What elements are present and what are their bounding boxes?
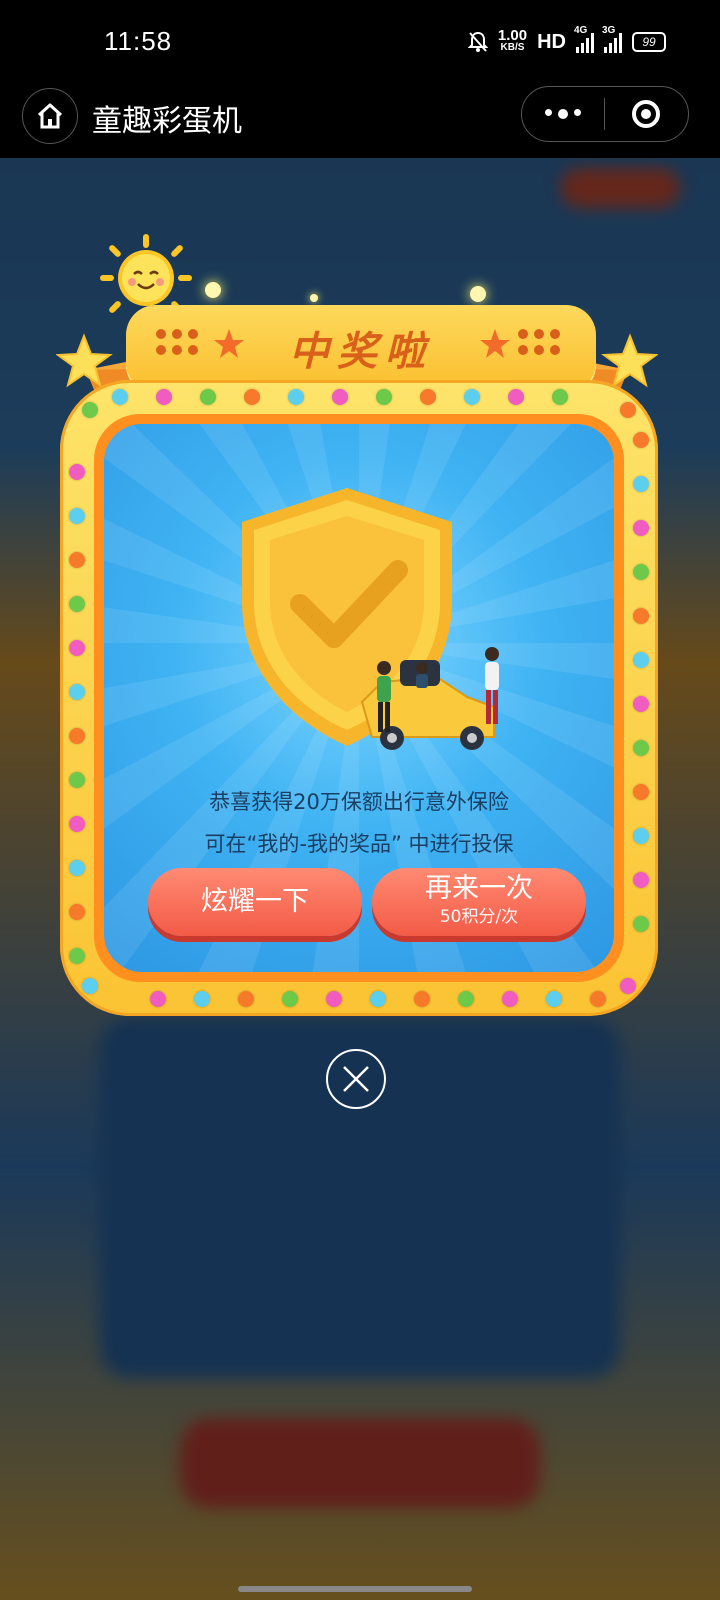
marquee-bulb bbox=[633, 872, 649, 888]
marquee-bulb bbox=[552, 389, 568, 405]
home-icon bbox=[37, 103, 63, 129]
show-off-button[interactable]: 炫耀一下 bbox=[148, 868, 362, 936]
marquee-bulb bbox=[288, 389, 304, 405]
marquee-bulb bbox=[633, 828, 649, 844]
marquee-bulb bbox=[112, 389, 128, 405]
marquee-bulb bbox=[620, 978, 636, 994]
page-title: 童趣彩蛋机 bbox=[92, 104, 242, 139]
prize-message: 恭喜获得20万保额出行意外保险 bbox=[209, 790, 509, 814]
retry-cost: 50积分/次 bbox=[439, 907, 519, 927]
marquee-bulb bbox=[633, 608, 649, 624]
marquee-bulb bbox=[633, 784, 649, 800]
show-off-button-label: 炫耀一下 bbox=[201, 886, 309, 917]
marquee-bulb bbox=[620, 402, 636, 418]
sparkle bbox=[205, 282, 221, 298]
close-modal-button[interactable] bbox=[326, 1049, 386, 1109]
marquee-bulb bbox=[69, 552, 85, 568]
marquee-bulb bbox=[69, 684, 85, 700]
marquee-bulb bbox=[420, 389, 436, 405]
marquee-bulb bbox=[633, 652, 649, 668]
marquee-bulb bbox=[414, 991, 430, 1007]
marquee-bulb bbox=[464, 389, 480, 405]
marquee-bulb bbox=[69, 816, 85, 832]
marquee-bulb bbox=[546, 991, 562, 1007]
bell-muted-icon bbox=[467, 31, 488, 52]
signal-4g-icon: 4G bbox=[574, 25, 594, 53]
marquee-bulb bbox=[200, 389, 216, 405]
marquee-bulb bbox=[633, 696, 649, 712]
target-icon bbox=[632, 100, 660, 128]
marquee-bulb bbox=[332, 389, 348, 405]
marquee-bulb bbox=[69, 948, 85, 964]
marquee-bulb bbox=[156, 389, 172, 405]
marquee-bulb bbox=[238, 991, 254, 1007]
marquee-bulb bbox=[633, 432, 649, 448]
close-icon bbox=[343, 1066, 369, 1092]
marquee-bulb bbox=[370, 991, 386, 1007]
prize-panel: 恭喜获得20万保额出行意外保险 可在“我的-我的奖品” 中进行投保 炫耀一下 再… bbox=[104, 424, 614, 972]
marquee-bulb bbox=[194, 991, 210, 1007]
status-time: 11:58 bbox=[104, 26, 173, 56]
marquee-bulb bbox=[590, 991, 606, 1007]
marquee-bulb bbox=[508, 389, 524, 405]
banner-dots-right bbox=[518, 329, 560, 355]
prize-modal: 中奖啦 恭喜获得20万保额出行意外保险 可在“我的-我的奖品” 中进行投保 炫耀… bbox=[56, 230, 660, 1020]
star-icon bbox=[480, 329, 510, 358]
marquee-bulb bbox=[150, 991, 166, 1007]
marquee-bulb bbox=[82, 402, 98, 418]
marquee-bulb bbox=[282, 991, 298, 1007]
marquee-bulb bbox=[69, 728, 85, 744]
sparkle bbox=[470, 286, 486, 302]
signal-3g-icon: 3G bbox=[602, 25, 622, 53]
marquee-bulb bbox=[69, 464, 85, 480]
marquee-bulb bbox=[502, 991, 518, 1007]
marquee-bulb bbox=[633, 520, 649, 536]
battery-icon: 99 bbox=[632, 32, 666, 52]
prize-instructions: 可在“我的-我的奖品” 中进行投保 bbox=[204, 832, 514, 856]
marquee-bulb bbox=[69, 772, 85, 788]
marquee-bulb bbox=[633, 476, 649, 492]
marquee-bulb bbox=[82, 978, 98, 994]
marquee-frame: 恭喜获得20万保额出行意外保险 可在“我的-我的奖品” 中进行投保 炫耀一下 再… bbox=[60, 380, 658, 1016]
sparkle bbox=[310, 294, 318, 302]
shield-check-icon bbox=[242, 488, 499, 750]
marquee-bulb bbox=[69, 860, 85, 876]
home-button[interactable] bbox=[22, 88, 78, 144]
marquee-bulb bbox=[244, 389, 260, 405]
hd-indicator: HD bbox=[537, 30, 566, 53]
retry-button[interactable]: 再来一次 50积分/次 bbox=[372, 868, 586, 936]
network-speed: 1.00 KB/S bbox=[497, 27, 528, 53]
mini-program-capsule bbox=[521, 86, 689, 142]
marquee-bulb bbox=[633, 916, 649, 932]
home-indicator bbox=[238, 1586, 472, 1592]
status-bar: 11:58 1.00 KB/S HD 4G 3G 99 bbox=[0, 0, 720, 88]
marquee-bulb bbox=[376, 389, 392, 405]
marquee-bulb bbox=[69, 904, 85, 920]
marquee-bulb bbox=[69, 596, 85, 612]
nav-bar: 童趣彩蛋机 bbox=[0, 86, 720, 158]
status-icons: 1.00 KB/S HD 4G 3G 99 bbox=[467, 25, 666, 54]
marquee-bulb bbox=[69, 640, 85, 656]
marquee-bulb bbox=[633, 564, 649, 580]
capsule-close-button[interactable] bbox=[605, 100, 687, 128]
marquee-bulb bbox=[458, 991, 474, 1007]
marquee-bulb bbox=[633, 740, 649, 756]
more-dots-icon[interactable] bbox=[522, 109, 604, 119]
marquee-bulb bbox=[69, 508, 85, 524]
retry-button-label: 再来一次 bbox=[425, 873, 533, 904]
marquee-bulb bbox=[326, 991, 342, 1007]
